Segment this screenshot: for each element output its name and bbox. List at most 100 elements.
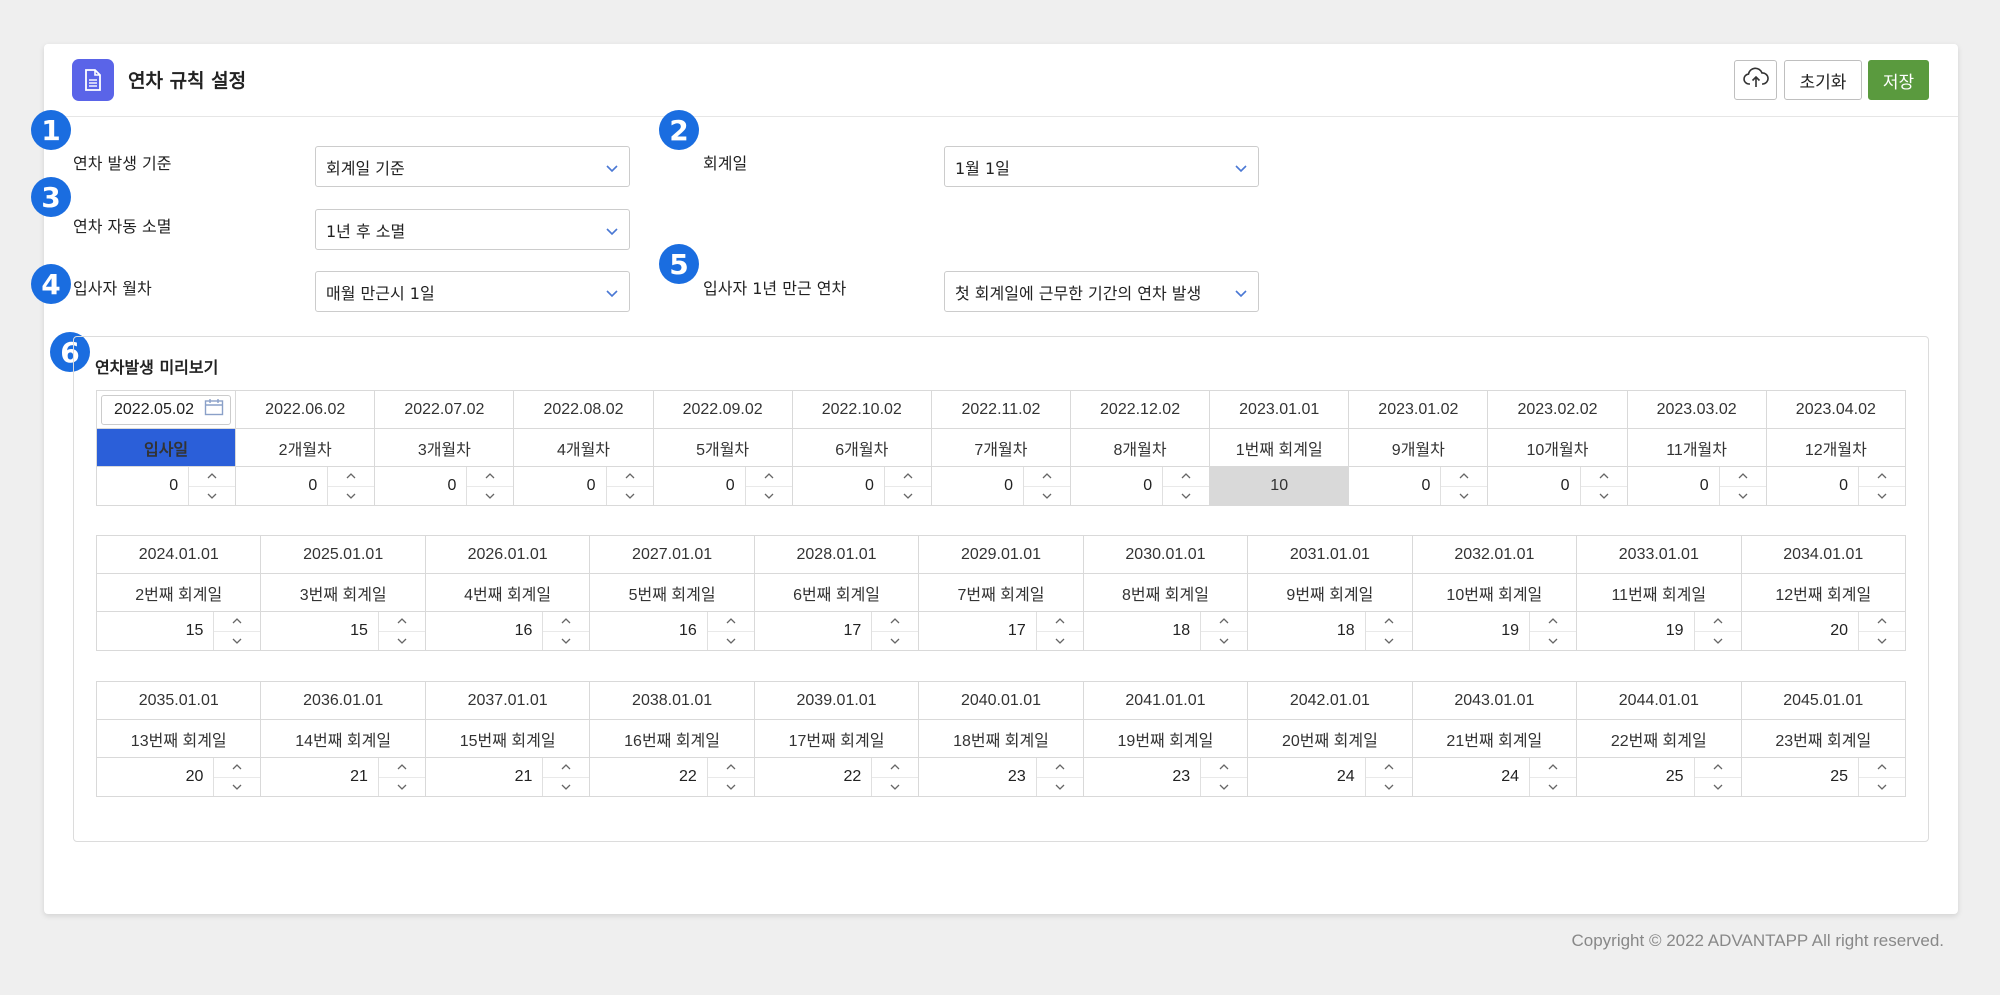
stepper-value[interactable]: 16	[590, 612, 706, 650]
spin-down-icon[interactable]	[872, 632, 918, 651]
spin-down-icon[interactable]	[1201, 778, 1247, 797]
leave-stepper[interactable]: 22	[589, 757, 755, 797]
spin-up-icon[interactable]	[1859, 467, 1905, 487]
spin-down-icon[interactable]	[214, 778, 260, 797]
spin-up-icon[interactable]	[543, 612, 590, 632]
spin-up-icon[interactable]	[378, 758, 425, 778]
spin-down-icon[interactable]	[328, 487, 374, 506]
spin-down-icon[interactable]	[543, 632, 589, 651]
calendar-icon[interactable]	[204, 398, 224, 421]
stepper-value[interactable]: 19	[1577, 612, 1693, 650]
spin-down-icon[interactable]	[1530, 778, 1576, 797]
leave-stepper[interactable]: 0	[235, 466, 376, 506]
leave-stepper[interactable]: 0	[791, 466, 932, 506]
leave-stepper[interactable]: 24	[1411, 757, 1578, 797]
leave-stepper[interactable]: 20	[1740, 611, 1907, 651]
stepper-value[interactable]: 0	[1488, 467, 1579, 505]
spin-up-icon[interactable]	[1859, 612, 1905, 632]
leave-stepper[interactable]: 15	[260, 611, 426, 651]
leave-stepper[interactable]: 23	[918, 757, 1084, 797]
stepper-value[interactable]: 25	[1742, 758, 1858, 796]
leave-stepper[interactable]: 23	[1082, 757, 1249, 797]
stepper-value[interactable]: 20	[97, 758, 213, 796]
leave-stepper[interactable]: 0	[374, 466, 515, 506]
spin-up-icon[interactable]	[606, 467, 653, 487]
spin-down-icon[interactable]	[872, 778, 918, 797]
spin-down-icon[interactable]	[708, 632, 754, 651]
spin-up-icon[interactable]	[328, 467, 375, 487]
leave-stepper[interactable]: 20	[95, 757, 262, 797]
spin-up-icon[interactable]	[872, 758, 919, 778]
save-button[interactable]: 저장	[1868, 60, 1929, 100]
spin-down-icon[interactable]	[1366, 778, 1412, 797]
spin-up-icon[interactable]	[1530, 612, 1577, 632]
stepper-value[interactable]: 17	[919, 612, 1035, 650]
stepper-value[interactable]: 22	[590, 758, 706, 796]
spin-up-icon[interactable]	[378, 612, 425, 632]
spin-up-icon[interactable]	[467, 467, 514, 487]
stepper-value[interactable]: 21	[426, 758, 542, 796]
stepper-value[interactable]: 23	[1084, 758, 1200, 796]
spin-down-icon[interactable]	[189, 487, 235, 506]
leave-stepper[interactable]: 19	[1411, 611, 1578, 651]
spin-up-icon[interactable]	[1719, 467, 1766, 487]
stepper-value[interactable]: 25	[1577, 758, 1693, 796]
spin-up-icon[interactable]	[214, 612, 261, 632]
hire-date-picker[interactable]: 2022.05.02	[95, 390, 237, 429]
spin-down-icon[interactable]	[607, 487, 653, 506]
spin-down-icon[interactable]	[708, 778, 754, 797]
leave-stepper[interactable]: 16	[589, 611, 755, 651]
spin-down-icon[interactable]	[1859, 487, 1905, 506]
stepper-value[interactable]: 0	[375, 467, 466, 505]
stepper-value[interactable]: 0	[932, 467, 1023, 505]
first-year-select[interactable]: 첫 회계일에 근무한 기간의 연차 발생	[944, 271, 1259, 312]
leave-stepper[interactable]: 0	[1626, 466, 1767, 506]
leave-stepper[interactable]: 0	[95, 466, 237, 506]
spin-down-icon[interactable]	[1163, 487, 1209, 506]
leave-stepper[interactable]: 25	[1740, 757, 1907, 797]
spin-down-icon[interactable]	[1859, 632, 1905, 651]
stepper-value[interactable]: 0	[1628, 467, 1719, 505]
leave-stepper[interactable]: 24	[1247, 757, 1413, 797]
spin-up-icon[interactable]	[1441, 467, 1488, 487]
stepper-value[interactable]: 24	[1248, 758, 1364, 796]
spin-up-icon[interactable]	[1163, 467, 1210, 487]
stepper-value[interactable]: 17	[755, 612, 871, 650]
spin-up-icon[interactable]	[1036, 612, 1083, 632]
leave-stepper[interactable]: 0	[1348, 466, 1489, 506]
stepper-value[interactable]: 0	[97, 467, 188, 505]
leave-stepper[interactable]: 25	[1576, 757, 1742, 797]
spin-down-icon[interactable]	[379, 632, 425, 651]
leave-stepper[interactable]: 18	[1082, 611, 1249, 651]
upload-button[interactable]	[1734, 60, 1777, 100]
spin-up-icon[interactable]	[1580, 467, 1627, 487]
spin-up-icon[interactable]	[1694, 612, 1741, 632]
stepper-value[interactable]: 0	[514, 467, 605, 505]
spin-down-icon[interactable]	[1530, 632, 1576, 651]
stepper-value[interactable]: 19	[1413, 612, 1529, 650]
stepper-value[interactable]: 0	[793, 467, 884, 505]
stepper-value[interactable]: 0	[1349, 467, 1440, 505]
leave-stepper[interactable]: 15	[95, 611, 262, 651]
spin-up-icon[interactable]	[1365, 758, 1412, 778]
spin-down-icon[interactable]	[1037, 632, 1083, 651]
spin-up-icon[interactable]	[1365, 612, 1412, 632]
spin-up-icon[interactable]	[1859, 758, 1905, 778]
spin-down-icon[interactable]	[885, 487, 931, 506]
hire-date-input[interactable]: 2022.05.02	[101, 394, 232, 425]
spin-up-icon[interactable]	[189, 467, 236, 487]
leave-stepper[interactable]: 21	[260, 757, 426, 797]
spin-up-icon[interactable]	[872, 612, 919, 632]
stepper-value[interactable]: 22	[755, 758, 871, 796]
leave-stepper[interactable]: 0	[1487, 466, 1628, 506]
spin-up-icon[interactable]	[1201, 758, 1248, 778]
stepper-value[interactable]: 21	[261, 758, 377, 796]
stepper-value[interactable]: 23	[919, 758, 1035, 796]
spin-down-icon[interactable]	[467, 487, 513, 506]
spin-down-icon[interactable]	[379, 778, 425, 797]
reset-button[interactable]: 초기화	[1784, 60, 1862, 100]
stepper-value[interactable]: 0	[654, 467, 745, 505]
spin-up-icon[interactable]	[1023, 467, 1070, 487]
spin-down-icon[interactable]	[1366, 632, 1412, 651]
spin-up-icon[interactable]	[707, 612, 754, 632]
